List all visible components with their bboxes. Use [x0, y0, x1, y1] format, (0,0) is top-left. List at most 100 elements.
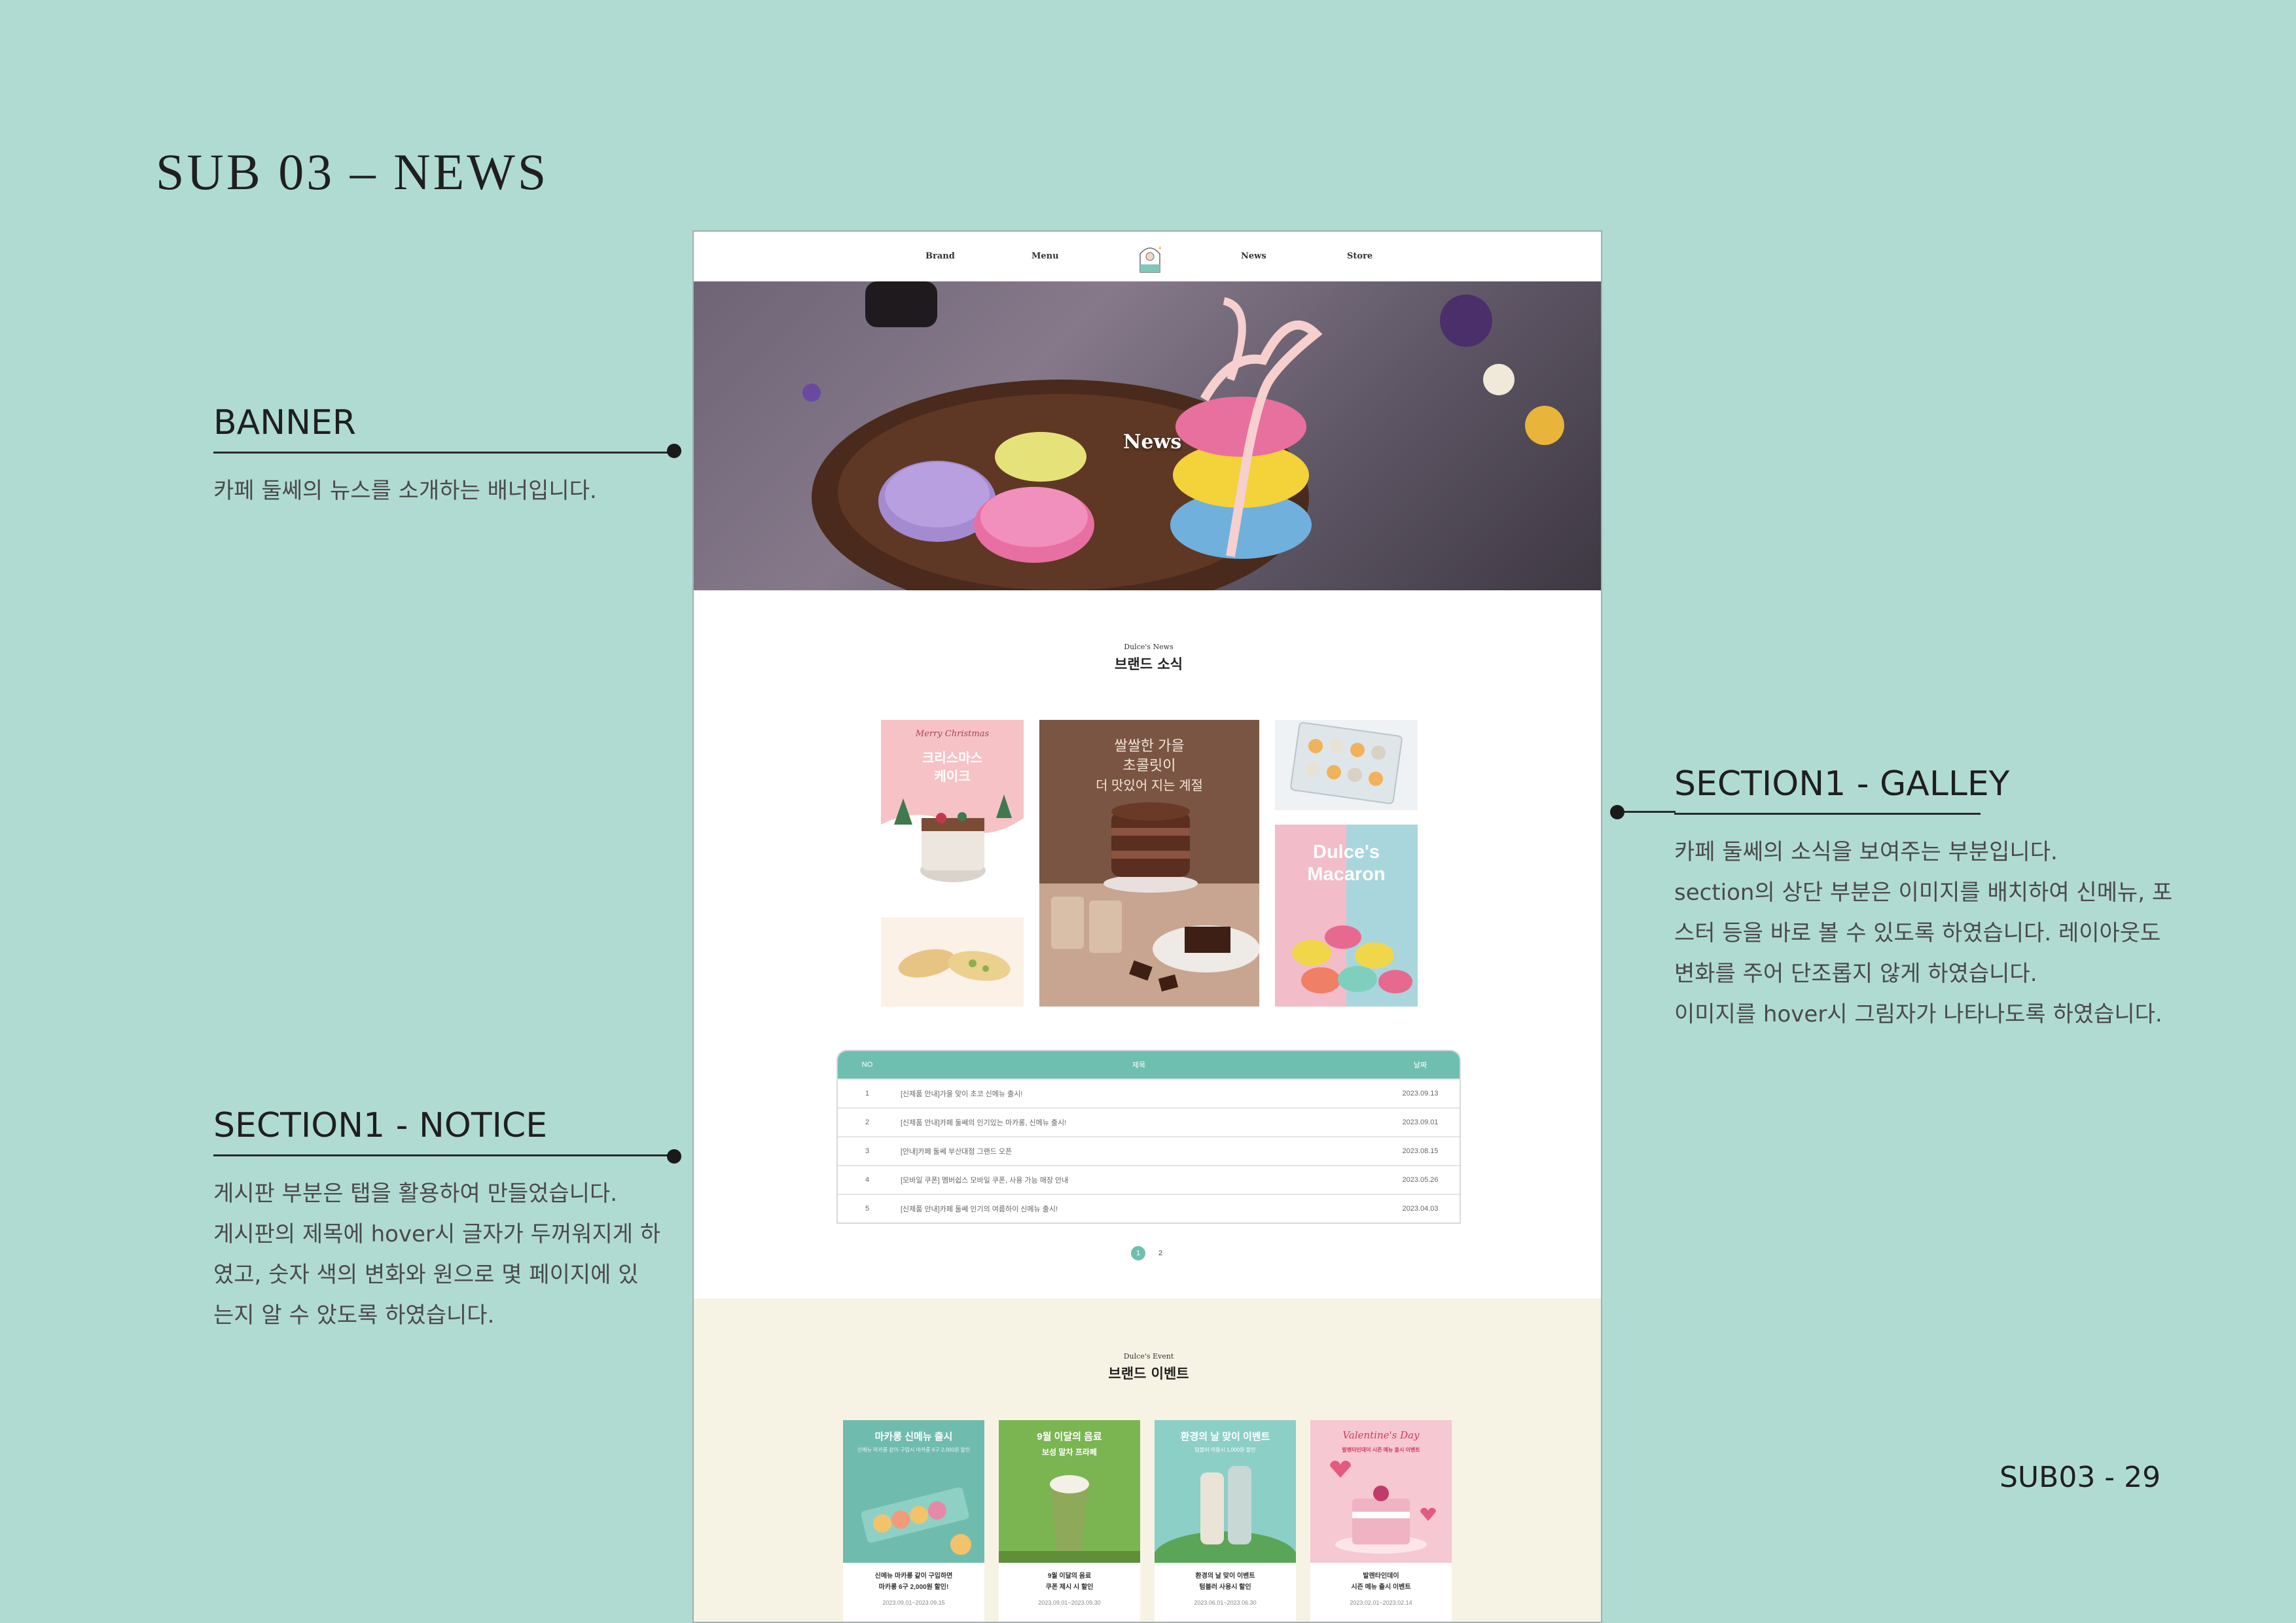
- logo-icon[interactable]: [1135, 240, 1165, 274]
- bread-image: [898, 949, 1011, 981]
- row-title-link[interactable]: [신제품 안내]카페 둘쎄 인기의 여름하이 신메뉴 출시!: [897, 1204, 1381, 1214]
- colorful-macarons-image: [1292, 925, 1412, 993]
- event-image: 환경의 날 맞이 이벤트 텀블러 이용시 1,000원 할인: [1155, 1420, 1296, 1563]
- event-caption-line: 발렌타인데이: [1363, 1573, 1399, 1580]
- annotation-banner-dot: [667, 444, 681, 458]
- annotation-gallery-connector: [1617, 811, 1676, 813]
- event-caption-line: 9월 이달의 음료: [1047, 1573, 1092, 1580]
- row-date: 2023.08.15: [1402, 1147, 1439, 1155]
- annotation-banner-heading: BANNER: [213, 403, 673, 454]
- event-card-matcha[interactable]: 9월 이달의 음료 보성 말차 프라페 9월 이달의 음료 쿠폰 제시 시 할인…: [999, 1420, 1140, 1622]
- event-section: [694, 1298, 1601, 1622]
- row-title-link[interactable]: [신제품 안내]카페 둘쎄의 인기있는 마카롱, 신메뉴 출시!: [897, 1117, 1381, 1128]
- event-caption: 환경의 날 맞이 이벤트 텀블러 사용시 할인: [1155, 1563, 1296, 1593]
- table-row[interactable]: 4 [모바일 쿠폰] 멤버쉽스 모바일 쿠폰, 사용 가능 매장 안내 2023…: [838, 1165, 1460, 1194]
- annotation-notice-dot: [667, 1149, 681, 1164]
- annotation-line: section의 상단 부분은 이미지를 배치하여 신메뉴, 포: [1674, 880, 2173, 906]
- row-title-link[interactable]: [신제품 안내]가을 맞이 초코 신메뉴 출시!: [897, 1088, 1381, 1099]
- banner: News: [694, 281, 1601, 590]
- page-1-button[interactable]: 1: [1131, 1246, 1145, 1260]
- table-row[interactable]: 2 [신제품 안내]카페 둘쎄의 인기있는 마카롱, 신메뉴 출시! 2023.…: [838, 1107, 1460, 1136]
- row-title-link[interactable]: [안내]카페 둘쎄 부산대점 그랜드 오픈: [897, 1146, 1381, 1156]
- macaron-box-image: [1290, 722, 1403, 804]
- event-image: Valentine's Day 발렌타인데이 시즌 메뉴 출시 이벤트: [1310, 1420, 1452, 1563]
- gallery-autumn-chocolate[interactable]: 쌀쌀한 가을 초콜릿이 더 맛있어 지는 계절: [1039, 720, 1259, 1007]
- event-date: 2023.06.01~2023.06.30: [1194, 1599, 1257, 1606]
- tumbler-illustration: [1155, 1466, 1296, 1563]
- row-no: 1: [865, 1090, 870, 1097]
- event-card-macaron[interactable]: 마카롱 신메뉴 출시 신메뉴 마카롱 같이 구입시 마카롱 6구 2,000원 …: [843, 1420, 984, 1622]
- annotation-gallery: SECTION1 - GALLEY 카페 둘쎄의 소식을 보여주는 부분입니다.…: [1674, 764, 2198, 1035]
- event-image: 마카롱 신메뉴 출시 신메뉴 마카롱 같이 구입시 마카롱 6구 2,000원 …: [843, 1420, 984, 1563]
- matcha-drink-illustration: [999, 1475, 1140, 1563]
- event-caption-line: 시즌 메뉴 출시 이벤트: [1351, 1584, 1411, 1591]
- top-nav: Brand Menu News Store: [694, 232, 1601, 281]
- row-title-link[interactable]: [모바일 쿠폰] 멤버쉽스 모바일 쿠폰, 사용 가능 매장 안내: [897, 1175, 1381, 1185]
- pagination: 1 2: [1131, 1246, 1168, 1260]
- annotation-line: 는지 알 수 았도록 하였습니다.: [213, 1302, 495, 1329]
- annotation-line: 였고, 숫자 색의 변화와 원으로 몇 페이지에 있: [213, 1262, 639, 1288]
- page-title: SUB 03 – NEWS: [156, 143, 549, 200]
- gallery-dulce-macaron[interactable]: Dulce's Macaron: [1275, 825, 1418, 1007]
- annotation-notice: SECTION1 - NOTICE 게시판 부분은 탭을 활용하여 만들었습니다…: [213, 1106, 685, 1336]
- row-date: 2023.04.03: [1402, 1205, 1439, 1213]
- gallery-bread[interactable]: [881, 918, 1024, 1007]
- table-row[interactable]: 5 [신제품 안내]카페 둘쎄 인기의 여름하이 신메뉴 출시! 2023.04…: [838, 1194, 1460, 1222]
- table-row[interactable]: 1 [신제품 안내]가을 맞이 초코 신메뉴 출시! 2023.09.13: [838, 1079, 1460, 1107]
- website-mockup: Brand Menu News Store News Dulce's News …: [692, 230, 1602, 1623]
- table-row[interactable]: 3 [안내]카페 둘쎄 부산대점 그랜드 오픈 2023.08.15: [838, 1136, 1460, 1165]
- notice-header: NO 제목 날짜: [838, 1051, 1460, 1079]
- news-section-title: 브랜드 소식: [1115, 656, 1183, 672]
- event-caption-line: 환경의 날 맞이 이벤트: [1195, 1573, 1255, 1580]
- event-image: 9월 이달의 음료 보성 말차 프라페: [999, 1420, 1140, 1563]
- nav-news[interactable]: News: [1241, 251, 1266, 261]
- nav-store[interactable]: Store: [1347, 251, 1372, 261]
- event-card-environment[interactable]: 환경의 날 맞이 이벤트 텀블러 이용시 1,000원 할인 환경의 날 맞이 …: [1155, 1420, 1296, 1622]
- event-caption-line: 신메뉴 마카롱 같이 구입하면: [874, 1573, 953, 1580]
- annotation-gallery-heading: SECTION1 - GALLEY: [1674, 764, 2009, 815]
- row-date: 2023.09.13: [1402, 1090, 1439, 1097]
- banner-title: News: [1123, 431, 1182, 454]
- event-caption: 9월 이달의 음료 쿠폰 제시 시 할인: [999, 1563, 1140, 1593]
- nav-brand[interactable]: Brand: [925, 251, 955, 261]
- event-card-valentine[interactable]: Valentine's Day 발렌타인데이 시즌 메뉴 출시 이벤트 발렌타인…: [1310, 1420, 1452, 1622]
- news-section-subtitle: Dulce's News: [1124, 643, 1174, 651]
- event-caption-line: 텀블러 사용시 할인: [1199, 1584, 1251, 1591]
- row-no: 5: [865, 1205, 870, 1213]
- annotation-line: 이미지를 hover시 그림자가 나타나도록 하였습니다.: [1674, 1001, 2162, 1027]
- event-section-heading: Dulce's Event 브랜드 이벤트: [694, 1352, 1601, 1383]
- annotation-notice-description: 게시판 부분은 탭을 활용하여 만들었습니다. 게시판의 제목에 hover시 …: [213, 1173, 685, 1336]
- annotation-line: 변화를 주어 단조롭지 않게 하였습니다.: [1674, 961, 2037, 987]
- chocolate-cake-image: [1039, 802, 1259, 1007]
- annotation-gallery-description: 카페 둘쎄의 소식을 보여주는 부분입니다. section의 상단 부분은 이…: [1674, 832, 2198, 1035]
- row-no: 4: [865, 1176, 870, 1184]
- event-date: 2023.02.01~2023.02.14: [1350, 1599, 1412, 1606]
- row-date: 2023.05.26: [1402, 1176, 1439, 1184]
- news-section-heading: Dulce's News 브랜드 소식: [694, 643, 1601, 673]
- gallery-macaron-box[interactable]: [1275, 720, 1418, 810]
- event-caption-line: 마카롱 6구 2,000원 할인!: [878, 1584, 949, 1591]
- nav-menu[interactable]: Menu: [1031, 251, 1059, 261]
- event-section-title: 브랜드 이벤트: [1108, 1366, 1189, 1382]
- annotation-line: 게시판의 제목에 hover시 글자가 두꺼워지게 하: [213, 1221, 661, 1247]
- row-date: 2023.09.01: [1402, 1118, 1439, 1126]
- header-no: NO: [861, 1061, 873, 1069]
- valentine-cake-illustration: [1330, 1461, 1436, 1554]
- annotation-line: 게시판 부분은 탭을 활용하여 만들었습니다.: [213, 1181, 618, 1207]
- annotation-banner-description: 카페 둘쎄의 뉴스를 소개하는 배너입니다.: [213, 471, 672, 511]
- event-caption: 발렌타인데이 시즌 메뉴 출시 이벤트: [1310, 1563, 1452, 1593]
- gallery-christmas-cake[interactable]: Merry Christmas 크리스마스 케이크: [881, 720, 1024, 904]
- page-number: SUB03 - 29: [2000, 1461, 2161, 1494]
- event-caption-line: 쿠폰 제시 시 할인: [1045, 1584, 1094, 1591]
- row-no: 2: [865, 1118, 870, 1126]
- annotation-line: 스터 등을 바로 볼 수 있도록 하였습니다. 레이아웃도: [1674, 920, 2161, 946]
- christmas-cake-image: [881, 794, 1024, 904]
- event-caption: 신메뉴 마카롱 같이 구입하면 마카롱 6구 2,000원 할인!: [843, 1563, 984, 1593]
- header-title: 제목: [1132, 1061, 1146, 1069]
- notice-board: NO 제목 날짜 1 [신제품 안내]가을 맞이 초코 신메뉴 출시! 2023…: [836, 1050, 1461, 1224]
- annotation-line: 카페 둘쎄의 소식을 보여주는 부분입니다.: [1674, 839, 2058, 865]
- annotation-gallery-dot: [1610, 805, 1624, 819]
- page-2-button[interactable]: 2: [1153, 1246, 1168, 1260]
- event-section-subtitle: Dulce's Event: [1123, 1352, 1174, 1361]
- row-no: 3: [865, 1147, 870, 1155]
